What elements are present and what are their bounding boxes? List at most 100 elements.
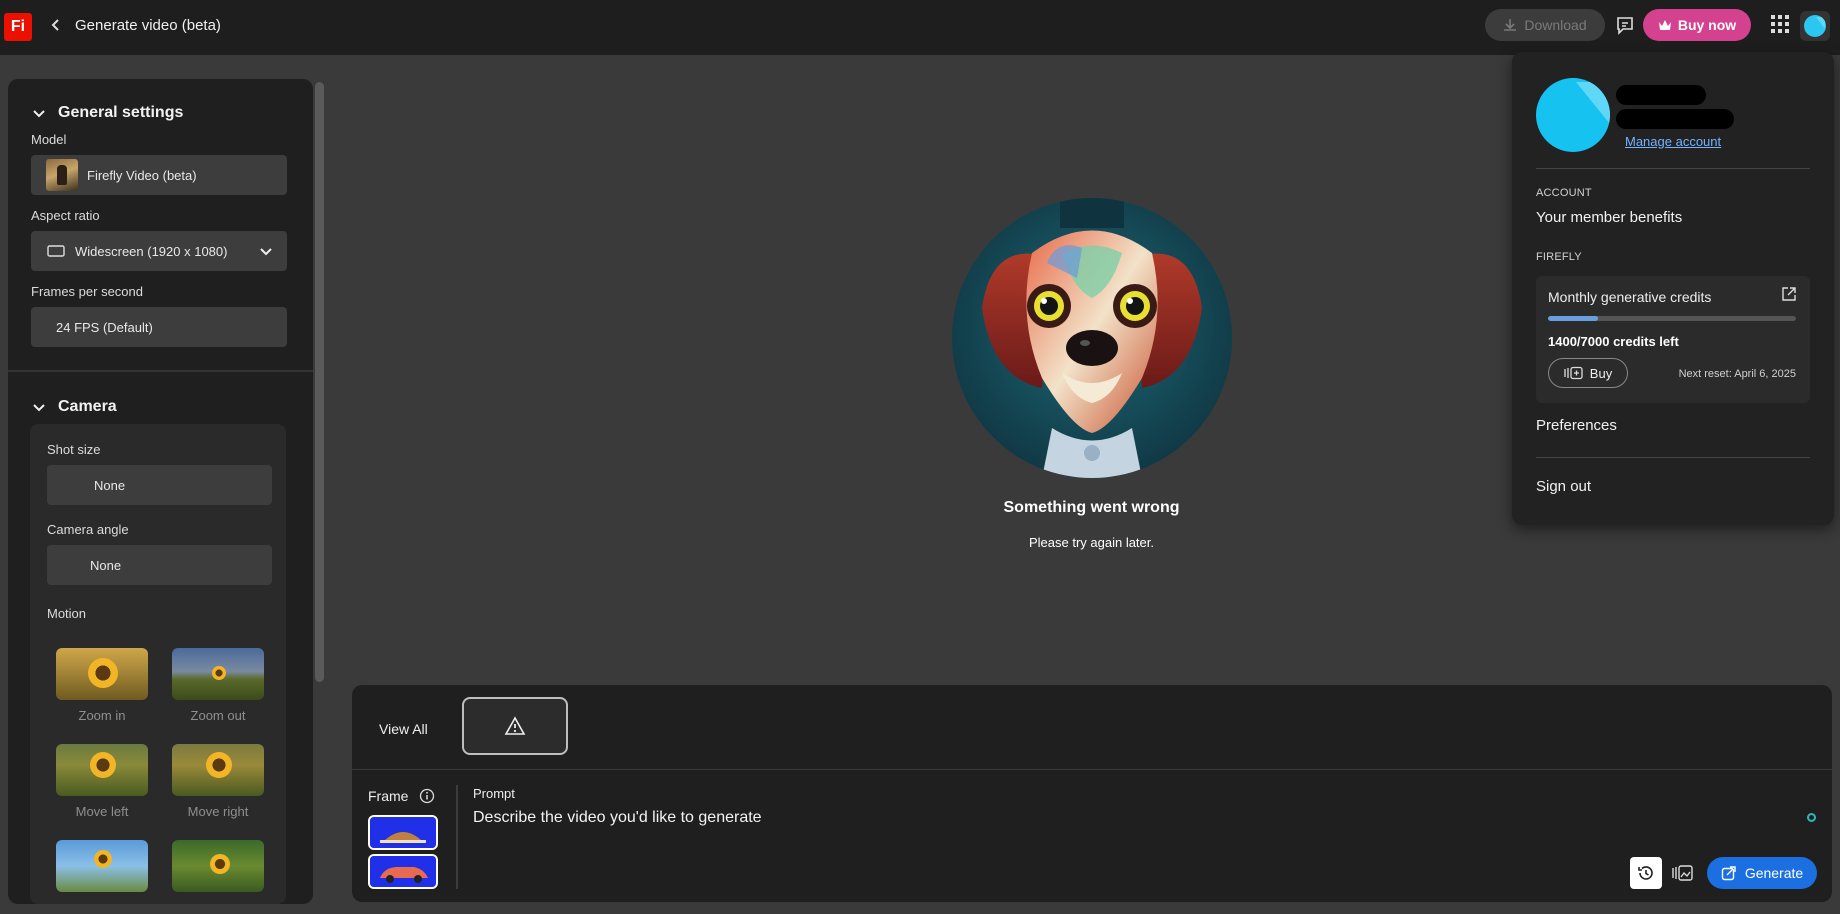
fps-value: 24 FPS (Default) bbox=[56, 319, 153, 335]
generation-tile[interactable] bbox=[462, 697, 568, 755]
fps-selector[interactable]: 24 FPS (Default) bbox=[31, 307, 287, 347]
motion-zoom-out-thumb[interactable] bbox=[172, 648, 264, 700]
settings-panel: General settings Model Firefly Video (be… bbox=[8, 79, 313, 904]
error-title: Something went wrong bbox=[1003, 499, 1180, 516]
image-stack-icon bbox=[1672, 865, 1693, 881]
crown-icon bbox=[1658, 20, 1671, 30]
prompt-divider bbox=[456, 785, 458, 889]
external-link-icon[interactable] bbox=[1781, 286, 1797, 302]
redacted-name bbox=[1616, 85, 1706, 105]
credits-left: 1400/7000 credits left bbox=[1548, 334, 1679, 349]
generate-label: Generate bbox=[1744, 865, 1804, 881]
firefly-caption: FIREFLY bbox=[1536, 251, 1582, 263]
top-bar: Fi Generate video (beta) Download Buy no… bbox=[0, 0, 1840, 55]
member-benefits-link[interactable]: Your member benefits bbox=[1536, 209, 1682, 226]
avatar bbox=[1804, 15, 1826, 37]
camera-angle-label: Camera angle bbox=[47, 522, 129, 537]
generate-icon bbox=[1721, 866, 1736, 881]
buy-now-label: Buy now bbox=[1677, 17, 1737, 33]
manage-account-link[interactable]: Manage account bbox=[1625, 134, 1721, 149]
error-illustration bbox=[952, 198, 1232, 478]
firefly-logo[interactable]: Fi bbox=[4, 13, 32, 41]
generate-button[interactable]: Generate bbox=[1707, 857, 1817, 889]
shot-size-label: Shot size bbox=[47, 442, 101, 457]
aspect-ratio-label: Aspect ratio bbox=[31, 208, 100, 223]
profile-button[interactable] bbox=[1800, 11, 1830, 41]
chevron-down-icon bbox=[33, 110, 45, 118]
next-reset-text: Next reset: April 6, 2025 bbox=[1678, 368, 1796, 380]
motion-thumb-5[interactable] bbox=[56, 840, 148, 892]
camera-toggle[interactable]: Camera bbox=[32, 398, 117, 416]
popover-divider bbox=[1536, 457, 1810, 458]
prompt-label: Prompt bbox=[473, 786, 515, 801]
app-grid-icon bbox=[1771, 15, 1789, 33]
info-icon[interactable] bbox=[419, 788, 435, 804]
popover-divider bbox=[1536, 168, 1810, 169]
motion-move-left-label: Move left bbox=[75, 804, 129, 819]
credits-progress-bar bbox=[1548, 316, 1796, 321]
fps-label: Frames per second bbox=[31, 284, 143, 299]
aspect-ratio-value: Widescreen (1920 x 1080) bbox=[75, 243, 228, 259]
feedback-button[interactable] bbox=[1614, 14, 1636, 36]
status-indicator bbox=[1807, 813, 1816, 822]
history-button[interactable] bbox=[1630, 857, 1662, 889]
credits-icon bbox=[1564, 366, 1583, 380]
download-label: Download bbox=[1524, 17, 1587, 33]
settings-scrollbar[interactable] bbox=[315, 82, 324, 682]
first-frame-thumb[interactable] bbox=[368, 815, 438, 850]
profile-avatar bbox=[1536, 78, 1610, 152]
account-caption: ACCOUNT bbox=[1536, 187, 1592, 199]
general-settings-heading: General settings bbox=[58, 104, 184, 121]
model-thumbnail bbox=[46, 159, 78, 191]
motion-label: Motion bbox=[47, 606, 87, 621]
shot-size-selector[interactable]: None bbox=[47, 465, 272, 505]
view-all-button[interactable]: View All bbox=[379, 721, 428, 737]
warning-icon bbox=[504, 716, 526, 735]
camera-heading: Camera bbox=[58, 398, 117, 415]
motion-zoom-in-thumb[interactable] bbox=[56, 648, 148, 700]
chevron-down-icon bbox=[260, 248, 272, 256]
motion-move-right-thumb[interactable] bbox=[172, 744, 264, 796]
prompt-panel: View All Frame Prompt Describe the video… bbox=[352, 685, 1832, 902]
aspect-ratio-dropdown[interactable]: Widescreen (1920 x 1080) bbox=[31, 231, 287, 271]
prompt-input[interactable]: Describe the video you'd like to generat… bbox=[473, 809, 1573, 827]
motion-move-left-thumb[interactable] bbox=[56, 744, 148, 796]
page-title: Generate video (beta) bbox=[75, 17, 221, 34]
last-frame-thumb[interactable] bbox=[368, 854, 438, 889]
model-value: Firefly Video (beta) bbox=[87, 167, 197, 183]
history-icon bbox=[1638, 866, 1653, 880]
credits-card: Monthly generative credits 1400/7000 cre… bbox=[1536, 276, 1810, 403]
apps-button[interactable] bbox=[1770, 14, 1790, 34]
model-selector[interactable]: Firefly Video (beta) bbox=[31, 155, 287, 195]
general-settings-toggle[interactable]: General settings bbox=[32, 104, 183, 122]
chevron-left-icon bbox=[51, 19, 59, 31]
camera-card: Shot size None Camera angle None Motion … bbox=[30, 424, 286, 904]
credits-title: Monthly generative credits bbox=[1548, 289, 1712, 305]
camera-angle-value: None bbox=[90, 557, 122, 573]
motion-move-right-label: Move right bbox=[187, 804, 249, 819]
back-button[interactable] bbox=[46, 15, 66, 35]
frame-label: Frame bbox=[368, 788, 409, 804]
buy-credits-label: Buy bbox=[1589, 365, 1613, 381]
buy-credits-button[interactable]: Buy bbox=[1548, 358, 1628, 388]
account-popover: Manage account ACCOUNT Your member benef… bbox=[1512, 52, 1834, 525]
style-reference-button[interactable] bbox=[1672, 863, 1694, 883]
buy-now-button[interactable]: Buy now bbox=[1643, 9, 1751, 41]
motion-zoom-out-label: Zoom out bbox=[190, 708, 246, 723]
preferences-link[interactable]: Preferences bbox=[1536, 417, 1617, 434]
download-icon bbox=[1504, 19, 1517, 31]
widescreen-icon bbox=[47, 245, 65, 257]
credits-progress-fill bbox=[1548, 316, 1598, 321]
sign-out-link[interactable]: Sign out bbox=[1536, 478, 1591, 495]
chat-icon bbox=[1617, 17, 1633, 35]
panel-divider bbox=[352, 769, 1832, 770]
motion-zoom-in-label: Zoom in bbox=[78, 708, 126, 723]
shot-size-value: None bbox=[94, 477, 126, 493]
chevron-down-icon bbox=[33, 404, 45, 412]
section-divider bbox=[8, 370, 313, 372]
motion-thumb-6[interactable] bbox=[172, 840, 264, 892]
dog-illustration bbox=[952, 198, 1232, 478]
camera-angle-selector[interactable]: None bbox=[47, 545, 272, 585]
error-subtitle: Please try again later. bbox=[1028, 535, 1155, 550]
download-button[interactable]: Download bbox=[1485, 9, 1605, 41]
